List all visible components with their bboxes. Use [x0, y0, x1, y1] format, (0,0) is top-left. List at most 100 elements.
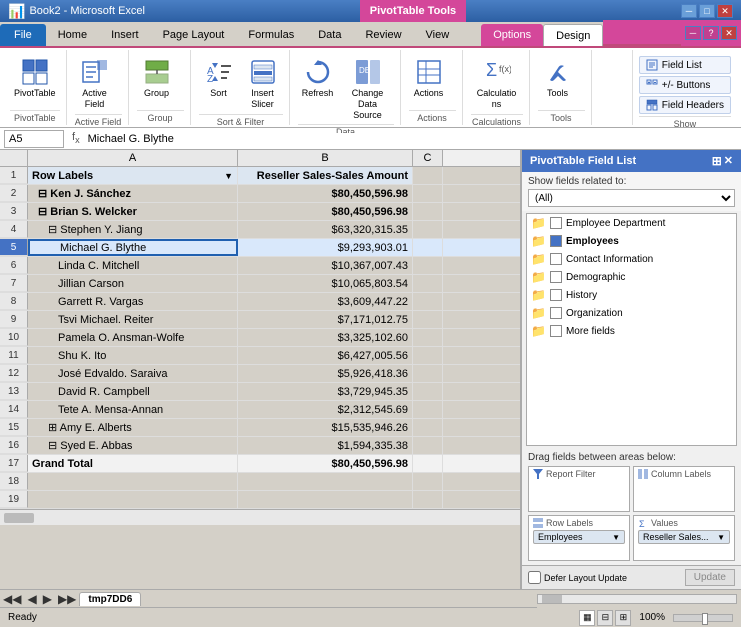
minimize-button[interactable]: ─ [681, 4, 697, 18]
cell-a12[interactable]: José Edvaldo. Saraiva [28, 365, 238, 382]
field-checkbox[interactable] [550, 307, 562, 319]
sheet-tab-nav-first[interactable]: ◀◀ [0, 592, 24, 606]
col-header-a[interactable]: A [28, 150, 238, 166]
cell-b10[interactable]: $3,325,102.60 [238, 329, 413, 346]
cell-a5[interactable]: Michael G. Blythe [28, 239, 238, 256]
values-drop[interactable]: Reseller Sales... ▼ [638, 530, 730, 558]
col-header-c[interactable]: C [413, 150, 443, 166]
cell-reference[interactable]: A5 [4, 130, 64, 148]
plus-minus-buttons-button[interactable]: +/- Buttons [639, 76, 731, 94]
report-filter-drop[interactable] [533, 481, 625, 509]
dropdown-arrow-small[interactable]: ▼ [717, 533, 725, 542]
tab-view[interactable]: View [414, 24, 462, 46]
tab-home[interactable]: Home [46, 24, 99, 46]
cell-b6[interactable]: $10,367,007.43 [238, 257, 413, 274]
ribbon-help-btn[interactable]: ? [703, 26, 719, 40]
defer-layout-update[interactable]: Defer Layout Update [528, 571, 627, 584]
maximize-button[interactable]: □ [699, 4, 715, 18]
column-labels-drop[interactable] [638, 481, 730, 509]
cell-b4[interactable]: $63,320,315.35 [238, 221, 413, 238]
cell-b3[interactable]: $80,450,596.98 [238, 203, 413, 220]
show-fields-select[interactable]: (All) [528, 189, 735, 207]
sheet-tab-tmp7dd6[interactable]: tmp7DD6 [79, 592, 141, 606]
cell-b14[interactable]: $2,312,545.69 [238, 401, 413, 418]
cell-a11[interactable]: Shu K. Ito [28, 347, 238, 364]
cell-a1[interactable]: Row Labels ▼ [28, 167, 238, 184]
pivot-field-list[interactable]: 📁 Employee Department 📁 Employees 📁 Cont… [526, 213, 737, 446]
cell-b5[interactable]: $9,293,903.01 [238, 239, 413, 256]
calculations-button[interactable]: Σ f(x) Calculations [471, 54, 523, 112]
dropdown-arrow-small[interactable]: ▼ [612, 533, 620, 542]
field-checkbox[interactable] [550, 217, 562, 229]
tab-data[interactable]: Data [306, 24, 353, 46]
pivot-area-column-labels[interactable]: Column Labels [633, 466, 735, 512]
cell-a8[interactable]: Garrett R. Vargas [28, 293, 238, 310]
sheet-tab-nav-prev[interactable]: ◀ [24, 592, 39, 606]
cell-b1[interactable]: Reseller Sales-Sales Amount [238, 167, 413, 184]
tab-options[interactable]: Options [481, 24, 543, 46]
formula-input[interactable] [88, 133, 737, 145]
activefield-button[interactable]: ActiveField [75, 54, 115, 112]
cell-b16[interactable]: $1,594,335.38 [238, 437, 413, 454]
cell-b17[interactable]: $80,450,596.98 [238, 455, 413, 472]
page-break-view-icon[interactable]: ⊞ [615, 610, 631, 626]
pivot-field-organization[interactable]: 📁 Organization [527, 304, 736, 322]
refresh-button[interactable]: Refresh [298, 54, 338, 101]
cell-b2[interactable]: $80,450,596.98 [238, 185, 413, 202]
tab-file[interactable]: File [0, 24, 46, 46]
ribbon-min-btn[interactable]: ─ [685, 26, 701, 40]
horizontal-scrollbar[interactable] [0, 509, 520, 525]
cell-b13[interactable]: $3,729,945.35 [238, 383, 413, 400]
field-checkbox-checked[interactable] [550, 235, 562, 247]
normal-view-icon[interactable]: ▦ [579, 610, 595, 626]
cell-a13[interactable]: David R. Campbell [28, 383, 238, 400]
cell-a10[interactable]: Pamela O. Ansman-Wolfe [28, 329, 238, 346]
page-layout-view-icon[interactable]: ⊟ [597, 610, 613, 626]
field-headers-button[interactable]: Field Headers [639, 96, 731, 114]
tab-design[interactable]: Design [543, 24, 603, 46]
cell-a4[interactable]: ⊟ Stephen Y. Jiang [28, 221, 238, 238]
tab-review[interactable]: Review [353, 24, 413, 46]
tab-insert[interactable]: Insert [99, 24, 151, 46]
field-list-button[interactable]: Field List [639, 56, 731, 74]
sheet-tab-nav-next[interactable]: ▶ [40, 592, 55, 606]
col-header-b[interactable]: B [238, 150, 413, 166]
cell-a7[interactable]: Jillian Carson [28, 275, 238, 292]
update-button[interactable]: Update [685, 569, 735, 586]
pivot-field-employee-department[interactable]: 📁 Employee Department [527, 214, 736, 232]
pivot-area-report-filter[interactable]: Report Filter [528, 466, 630, 512]
pivot-field-employees[interactable]: 📁 Employees [527, 232, 736, 250]
pivot-field-demographic[interactable]: 📁 Demographic [527, 268, 736, 286]
values-tag[interactable]: Reseller Sales... ▼ [638, 530, 730, 544]
pivottable-button[interactable]: PivotTable [10, 54, 60, 101]
field-checkbox[interactable] [550, 271, 562, 283]
cell-b11[interactable]: $6,427,005.56 [238, 347, 413, 364]
pivot-field-more[interactable]: 📁 More fields [527, 322, 736, 340]
sheet-tab-nav-last[interactable]: ▶▶ [55, 592, 79, 606]
pivot-panel-close-btn[interactable]: ✕ [724, 154, 733, 168]
cell-b8[interactable]: $3,609,447.22 [238, 293, 413, 310]
close-button[interactable]: ✕ [717, 4, 733, 18]
cell-b12[interactable]: $5,926,418.36 [238, 365, 413, 382]
row-labels-drop[interactable]: Employees ▼ [533, 530, 625, 558]
tab-formulas[interactable]: Formulas [236, 24, 306, 46]
actions-button[interactable]: Actions [409, 54, 449, 101]
field-checkbox[interactable] [550, 253, 562, 265]
zoom-slider[interactable] [673, 614, 733, 622]
cell-a15[interactable]: ⊞ Amy E. Alberts [28, 419, 238, 436]
pivot-area-row-labels[interactable]: Row Labels Employees ▼ [528, 515, 630, 561]
defer-checkbox[interactable] [528, 571, 541, 584]
cell-b15[interactable]: $15,535,946.26 [238, 419, 413, 436]
cell-a2[interactable]: ⊟ Ken J. Sánchez [28, 185, 238, 202]
pivot-field-history[interactable]: 📁 History [527, 286, 736, 304]
cell-a19[interactable] [28, 491, 238, 508]
pivot-field-contact-info[interactable]: 📁 Contact Information [527, 250, 736, 268]
sort-button[interactable]: A Z Sort [199, 54, 239, 101]
change-data-source-button[interactable]: DB Change DataSource [342, 54, 394, 122]
row-labels-tag[interactable]: Employees ▼ [533, 530, 625, 544]
cell-a3[interactable]: ⊟ Brian S. Welcker [28, 203, 238, 220]
cell-b18[interactable] [238, 473, 413, 490]
insert-slicer-button[interactable]: InsertSlicer [243, 54, 283, 112]
cell-a16[interactable]: ⊟ Syed E. Abbas [28, 437, 238, 454]
dropdown-arrow-icon[interactable]: ▼ [224, 171, 233, 181]
